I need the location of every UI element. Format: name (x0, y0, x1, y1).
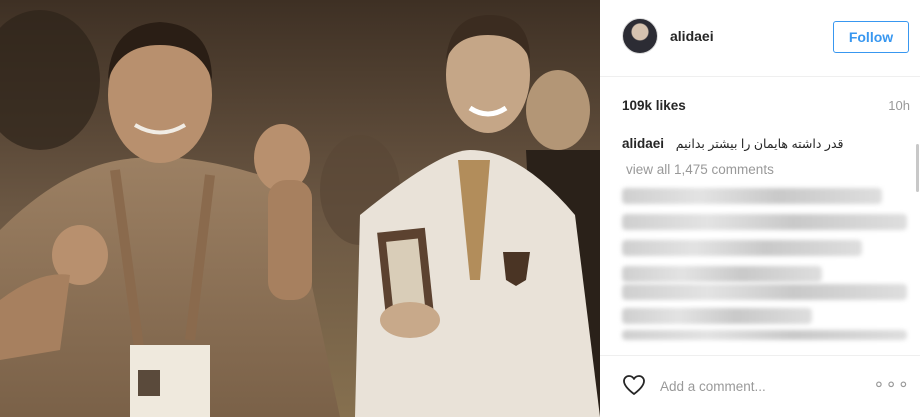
username-link[interactable]: alidaei (670, 28, 714, 44)
post-photo[interactable] (0, 0, 600, 417)
caption-text: قدر داشته هایمان را بیشتر بدانیم (675, 137, 844, 151)
photo-illustration (0, 0, 600, 417)
blurred-comment-line (622, 240, 862, 256)
blurred-comment-line (622, 214, 907, 230)
heart-icon[interactable] (622, 374, 646, 396)
likes-count[interactable]: 109k likes (622, 98, 686, 113)
comments-scrollbar[interactable] (916, 144, 919, 192)
caption: alidaei قدر داشته هایمان را بیشتر بدانیم (622, 136, 912, 151)
avatar[interactable] (622, 18, 658, 54)
post-header: alidaei Follow (600, 0, 920, 77)
blurred-comment-line (622, 308, 812, 324)
blurred-comment-line (622, 188, 882, 204)
caption-username[interactable]: alidaei (622, 136, 664, 151)
view-all-comments-link[interactable]: view all 1,475 comments (626, 162, 774, 177)
post-time[interactable]: 10h (888, 98, 910, 113)
instagram-post: alidaei Follow 109k likes 10h alidaei قد… (0, 0, 920, 417)
more-options-icon[interactable]: ∘∘∘ (873, 374, 910, 395)
comment-bar: ∘∘∘ (600, 355, 920, 418)
blurred-comment-line (622, 330, 907, 340)
blurred-comment-line (622, 284, 907, 300)
post-side-panel: alidaei Follow 109k likes 10h alidaei قد… (600, 0, 920, 417)
comment-input[interactable] (658, 372, 862, 400)
blurred-comment-line (622, 266, 822, 282)
follow-button[interactable]: Follow (833, 21, 909, 53)
blurred-comments (622, 186, 912, 351)
